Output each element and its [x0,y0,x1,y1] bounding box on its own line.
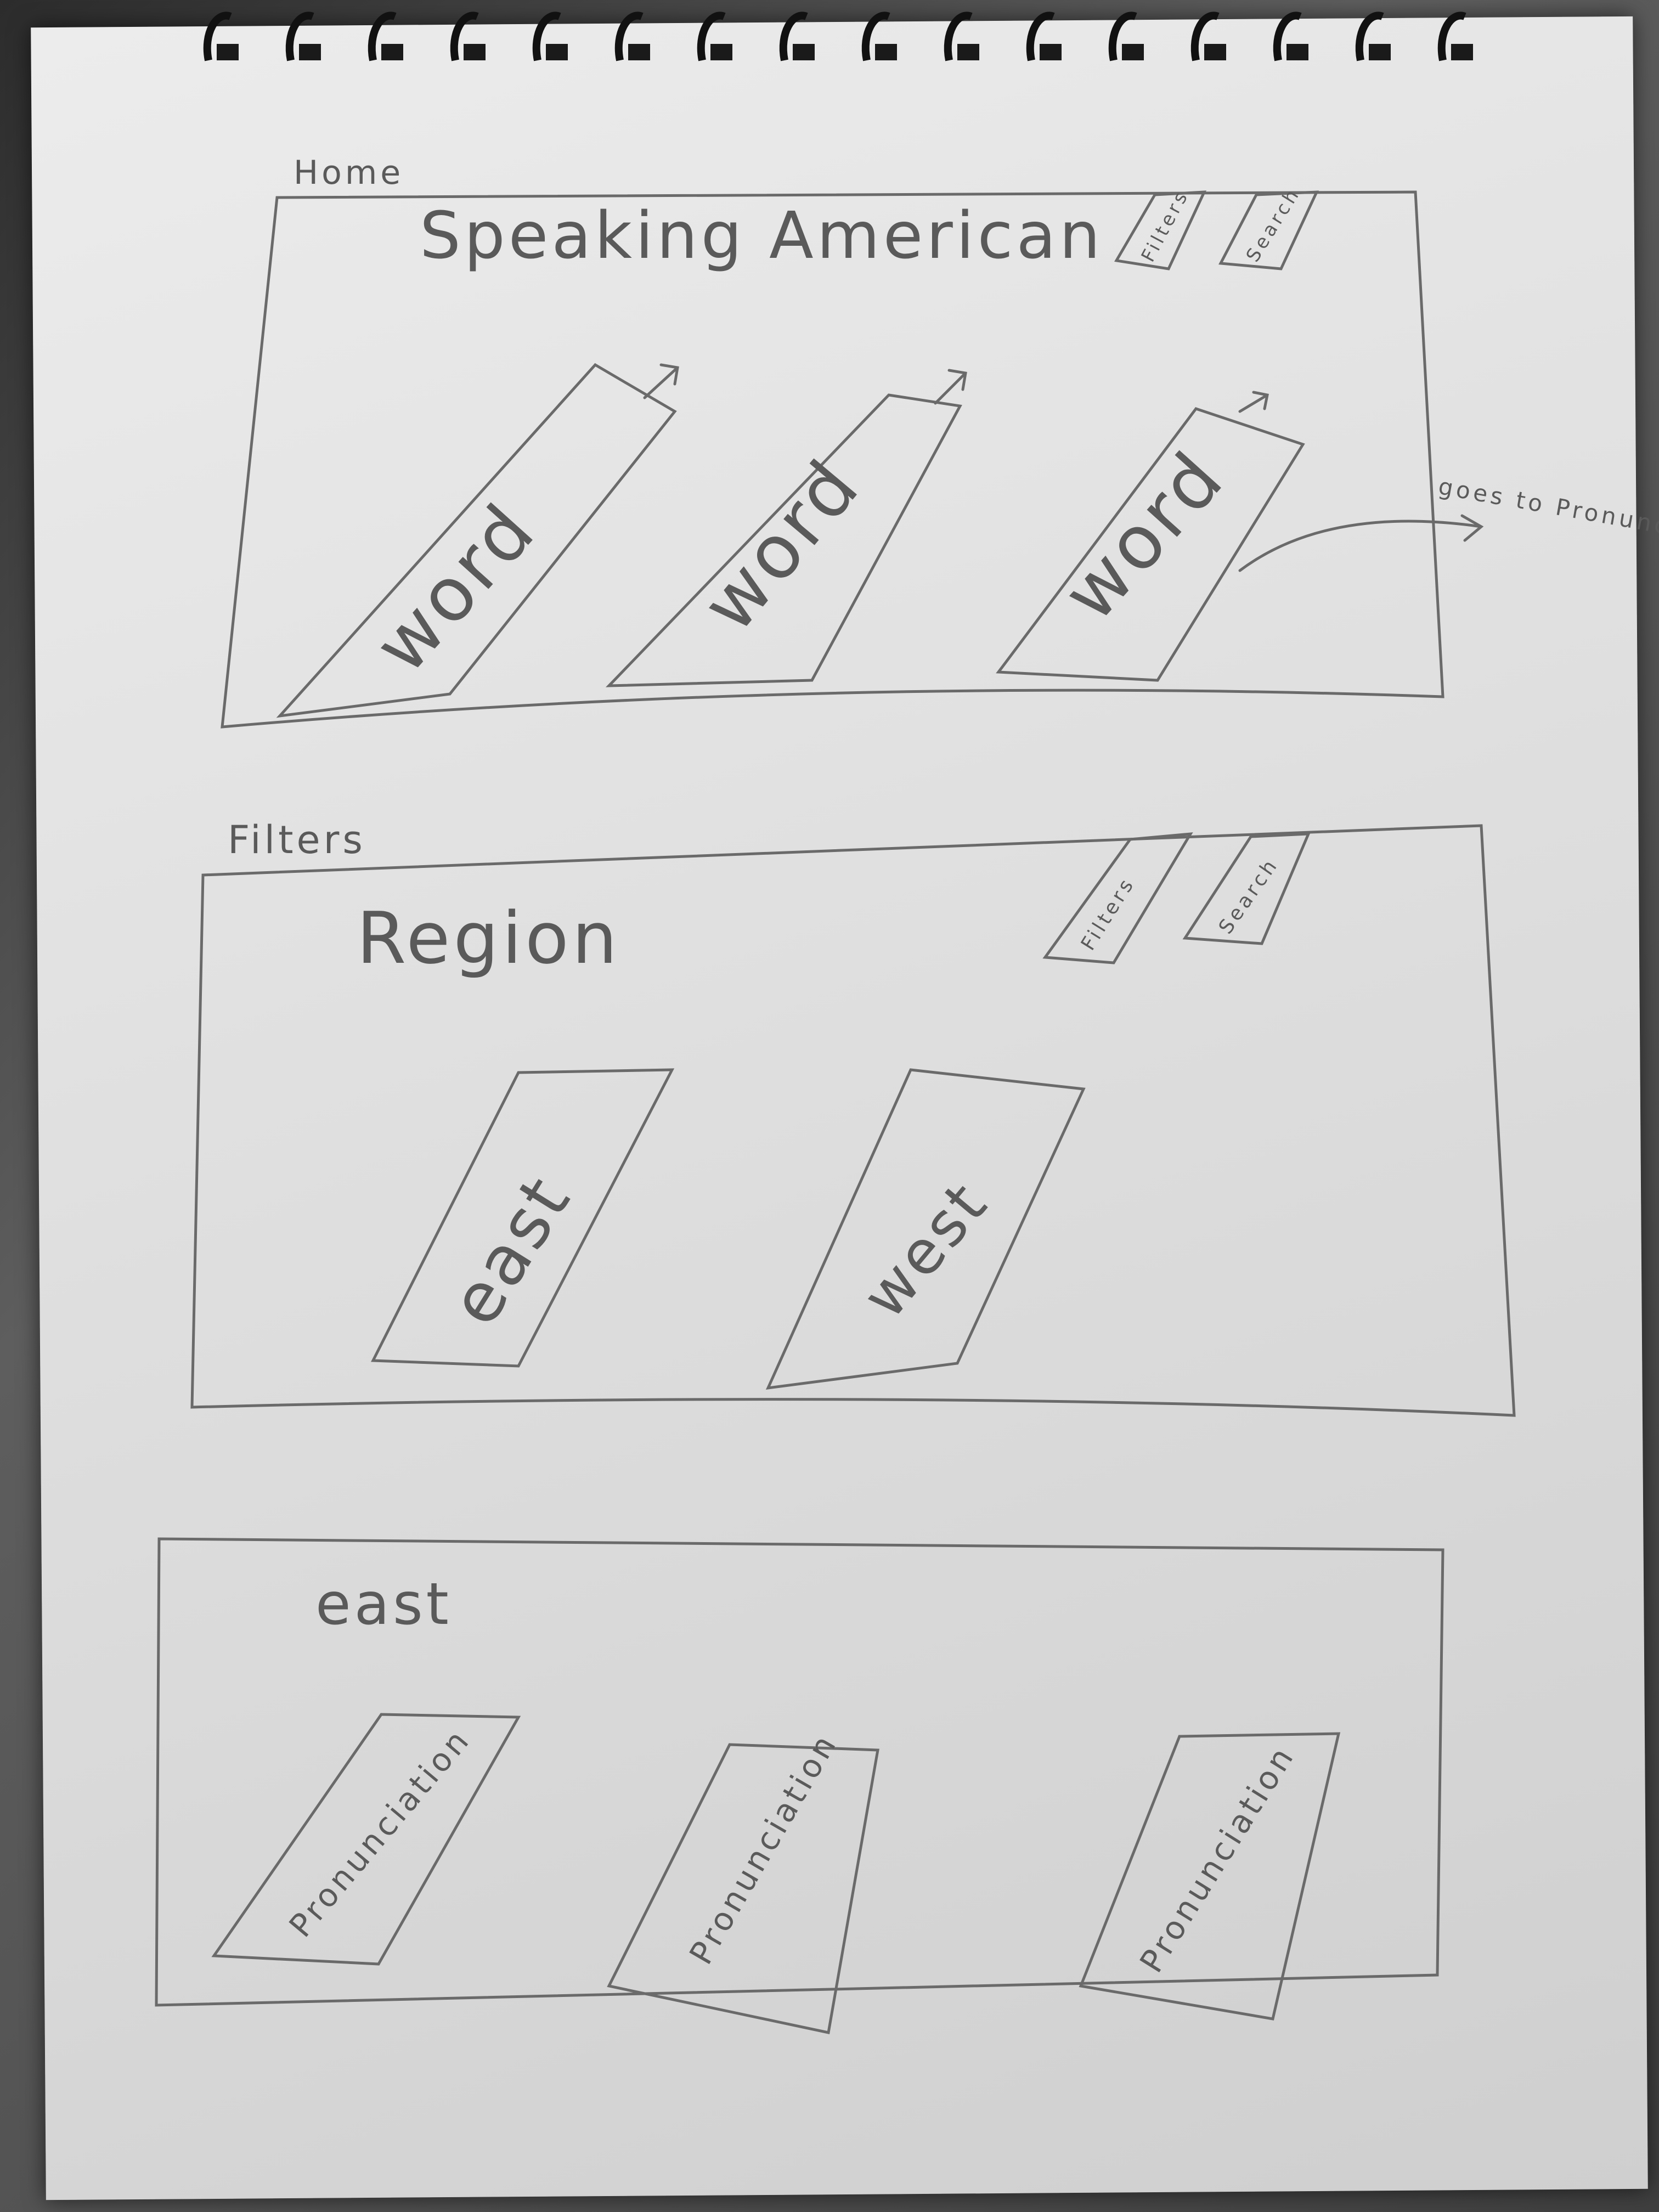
home-frame-label: Home [294,154,404,192]
filters-search-button[interactable]: Search [1215,854,1283,938]
word-card-2-arrow-icon [934,369,967,405]
home-filters-button[interactable]: Filters [1137,185,1194,266]
pronunciation-card-3-label[interactable]: Pronunciation [1132,1739,1302,1979]
pronunciation-card-2-label[interactable]: Pronunciation [682,1726,844,1971]
filters-frame-label: Filters [228,817,366,862]
word-card-1-arrow-icon [643,363,679,399]
east-heading: east [315,1571,452,1638]
home-search-button[interactable]: Search [1242,183,1305,266]
word-card-3-label[interactable]: word [1046,435,1241,637]
word-card-1-label[interactable]: word [358,487,552,689]
goes-to-pronunciation-arrow-icon [1238,514,1484,572]
word-card-2-label[interactable]: word [685,443,877,648]
word-card-3-arrow-icon [1238,391,1269,413]
pronunciation-card-1-label[interactable]: Pronunciation [282,1720,478,1944]
home-title: Speaking American [420,198,1104,273]
region-heading: Region [357,896,620,980]
region-card-west-label[interactable]: west [849,1167,1002,1331]
goes-to-pronunciation-note: goes to Pronunciation [1436,473,1659,555]
wireframe-sketch: Home Speaking American Filters Search wo… [155,154,1659,2034]
filters-filters-button[interactable]: Filters [1077,873,1139,955]
region-card-east-label[interactable]: east [435,1161,587,1339]
